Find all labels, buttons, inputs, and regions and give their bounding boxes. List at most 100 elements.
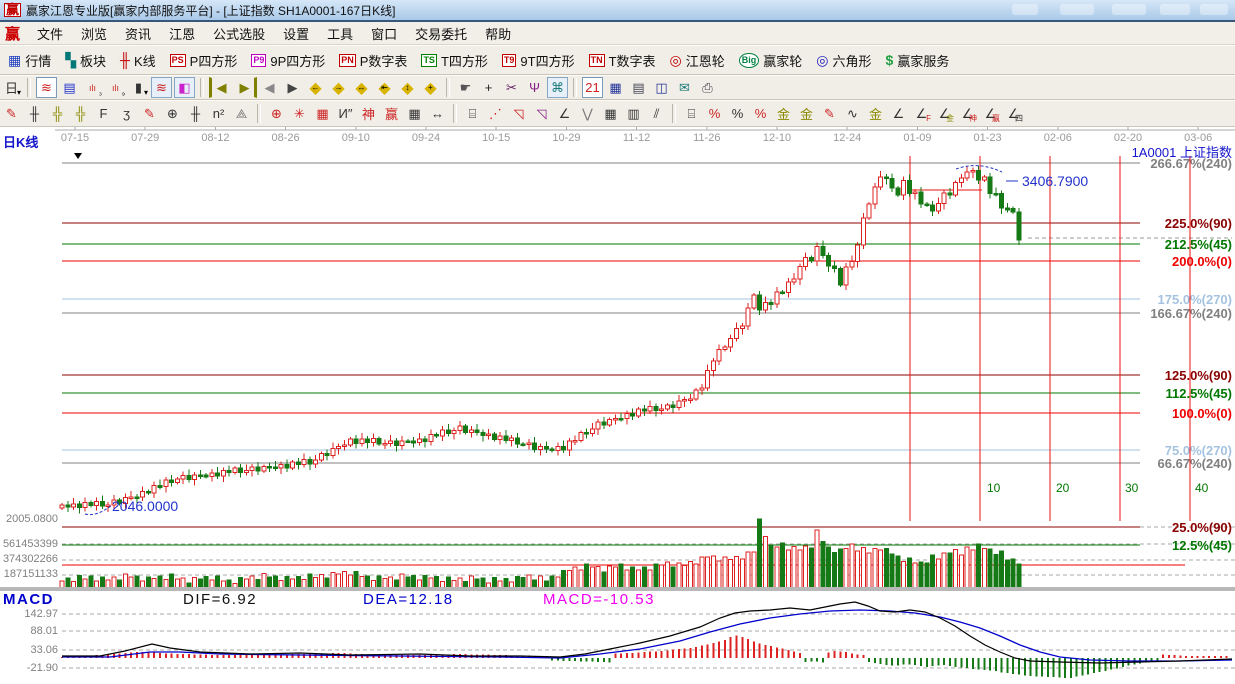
toolbar-button-gann-wheel[interactable]: ◎江恩轮 [664,49,731,72]
scale-plot-icon[interactable]: ⌸ [681,103,702,124]
hand-drag-icon[interactable]: ☛ [455,77,476,98]
zoom-left-icon[interactable]: ◆← [305,77,326,98]
crosshair-icon[interactable]: + [478,77,499,98]
zoom-right-icon[interactable]: ◆→ [328,77,349,98]
fan-box-icon[interactable]: ◹ [508,103,529,124]
compress-icon[interactable]: ◆⇤ [374,77,395,98]
menu-item-8[interactable]: 交易委托 [406,22,476,45]
toolbar-button-hexagon[interactable]: ◎六角形 [810,49,877,72]
menu-item-4[interactable]: 公式选股 [204,22,274,45]
v-lines-icon[interactable]: ⋁ [577,103,598,124]
f-grid-icon[interactable]: F [93,103,114,124]
fan-box-2-icon[interactable]: ◹ [531,103,552,124]
calendar-21-icon[interactable]: 21 [582,77,603,98]
zoom-horizontal-icon[interactable]: ◆↔ [351,77,372,98]
angle-f-icon[interactable]: ∠F [911,103,932,124]
toolbar-button-t-square[interactable]: TST四方形 [415,49,493,72]
color-histogram-icon[interactable]: ◧ [174,77,195,98]
red-fan-icon[interactable]: ⋰ [485,103,506,124]
notes-icon[interactable]: ▤ [628,77,649,98]
pattern-tool-icon[interactable]: ≋ [36,77,57,98]
gann-tool-purple-icon[interactable]: Ψ [524,77,545,98]
period-day-dropdown-icon[interactable]: 日▾ [1,77,22,98]
angle-plain-icon[interactable]: ∠ [888,103,909,124]
gold-grid-1-icon[interactable]: ╬ [47,103,68,124]
pen-red-icon[interactable]: ✎ [1,103,22,124]
red-star-grid-icon[interactable]: ✳ [289,103,310,124]
angle-lines-icon[interactable]: ∠ [554,103,575,124]
calculator-icon[interactable]: ▦ [605,77,626,98]
last-page-icon[interactable]: ▶ [234,77,257,98]
grid-ruler-icon[interactable]: ╫ [24,103,45,124]
percent-icon[interactable]: % [727,103,748,124]
toolbar-button-p-number-table[interactable]: PNP数字表 [333,49,413,72]
toolbar-button-winner-service[interactable]: $赢家服务 [880,49,956,72]
n-squared-icon[interactable]: n² [208,103,229,124]
red-crosshair-circle-icon[interactable]: ⊕ [266,103,287,124]
menu-item-5[interactable]: 设置 [274,22,318,45]
mail-web-icon[interactable]: ✉ [674,77,695,98]
save-icon[interactable]: ◫ [651,77,672,98]
info-doc-icon[interactable]: ▤ [59,77,80,98]
toolbar-button-t-number-table[interactable]: TNT数字表 [583,49,662,72]
bars-9-icon[interactable]: ılı₉ [105,77,126,98]
win-grid-icon[interactable]: 赢 [381,103,402,124]
menu-item-1[interactable]: 浏览 [72,22,116,45]
shen-grid-icon[interactable]: 神 [358,103,379,124]
coil-tool-icon[interactable]: ʒ [116,103,137,124]
ruler-123-icon[interactable]: ▦ [404,103,425,124]
ruler-fine-icon[interactable]: ╫ [185,103,206,124]
page-back-icon[interactable]: ◀ [259,77,280,98]
kline-chart-area[interactable]: 07-1507-2908-1208-2609-1009-2410-1510-29… [0,127,1235,679]
k-quote-icon[interactable]: И″ [335,103,356,124]
angle-gold-icon[interactable]: ∠金 [934,103,955,124]
pattern-tool-active-icon[interactable]: ≋ [151,77,172,98]
menu-item-0[interactable]: 文件 [28,22,72,45]
toolbar-button-p-square[interactable]: PSP四方形 [164,49,244,72]
percent-slash-icon[interactable]: % [704,103,725,124]
wave-icon[interactable]: ∿ [842,103,863,124]
angle-shen-icon[interactable]: ∠神 [957,103,978,124]
toolbar-button-9p-square[interactable]: P99P四方形 [245,49,331,72]
menu-item-2[interactable]: 资讯 [116,22,160,45]
gold-line-icon[interactable]: 金 [796,103,817,124]
gold-circle-icon[interactable]: 金 [773,103,794,124]
menu-item-7[interactable]: 窗口 [362,22,406,45]
candle-style-dropdown-icon[interactable]: ▮▾ [128,77,149,98]
bars-3-icon[interactable]: ılı₃ [82,77,103,98]
svg-text:1A0001 上证指数: 1A0001 上证指数 [1132,145,1232,160]
percent-line-icon[interactable]: % [750,103,771,124]
glyph: ⋰ [489,106,502,122]
parallel-lines-icon[interactable]: ⫽ [646,103,667,124]
toolbar-button-9t-square[interactable]: T99T四方形 [496,49,581,72]
menu-item-3[interactable]: 江恩 [160,22,204,45]
menu-item-9[interactable]: 帮助 [476,22,520,45]
width-arrows-icon[interactable]: ↔ [427,103,448,124]
grid-black-1-icon[interactable]: ▦ [600,103,621,124]
pen-mark-icon[interactable]: ✎ [139,103,160,124]
grid-black-2-icon[interactable]: ▥ [623,103,644,124]
toolbar-button-winner-wheel[interactable]: Big赢家轮 [733,49,809,72]
circle-ruler-icon[interactable]: ⊕ [162,103,183,124]
toolbar-button-quotes[interactable]: ▦行情 [2,49,57,72]
angle-win-icon[interactable]: ∠赢 [980,103,1001,124]
toolbar-button-kline[interactable]: ╫K线 [114,49,162,72]
triangle-flag-icon[interactable]: ⟁ [231,103,252,124]
gold-under-icon[interactable]: 金 [865,103,886,124]
toolbar-button-sectors[interactable]: ▚板块 [59,49,112,72]
angle-four-icon[interactable]: ∠四 [1003,103,1024,124]
brain-analysis-icon[interactable]: ⌘ [547,77,568,98]
gold-grid-2-icon[interactable]: ╬ [70,103,91,124]
printer-icon[interactable]: ⎙ [697,77,718,98]
candle-pen-icon[interactable]: ✎ [819,103,840,124]
menu-item-6[interactable]: 工具 [318,22,362,45]
red-square-grid-icon[interactable]: ▦ [312,103,333,124]
svg-text:25.0%(90): 25.0%(90) [1172,520,1232,535]
expand-all-icon[interactable]: ◆+ [420,77,441,98]
box-plot-icon[interactable]: ⌸ [462,103,483,124]
page-forward-icon[interactable]: ▶ [282,77,303,98]
first-page-icon[interactable]: ◀ [209,77,232,98]
expand-vertical-icon[interactable]: ◆↕ [397,77,418,98]
measure-icon[interactable]: ✂ [501,77,522,98]
glyph: ☛ [460,80,472,96]
